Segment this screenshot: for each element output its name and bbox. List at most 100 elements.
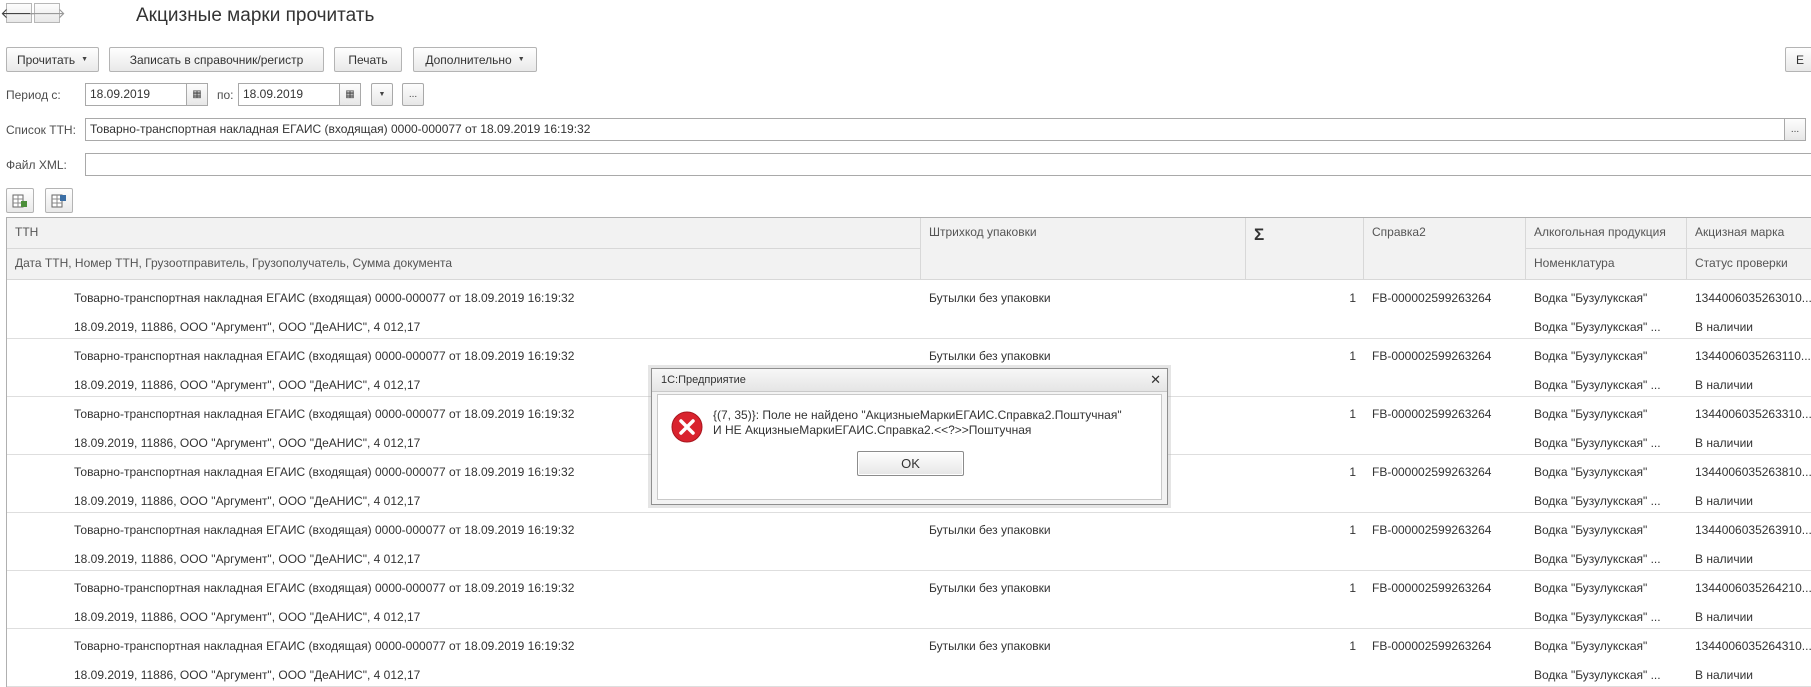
forward-button[interactable]: 🡒 xyxy=(28,3,66,23)
calendar-to-button[interactable]: ▦ xyxy=(339,83,361,106)
cell-spravka2: FB-000002599263264 xyxy=(1372,349,1492,363)
cell-ttn: Товарно-транспортная накладная ЕГАИС (вх… xyxy=(74,581,575,595)
cell-quantity: 1 xyxy=(1349,349,1356,363)
col-header-check-status[interactable]: Статус проверки xyxy=(1687,249,1811,280)
to-label: по: xyxy=(217,88,234,102)
arrow-right-icon: 🡒 xyxy=(28,4,66,21)
col-header-ttn[interactable]: ТТН xyxy=(7,218,921,249)
col-header-barcode[interactable]: Штрихкод упаковки xyxy=(921,218,1246,280)
caret-down-icon: ▼ xyxy=(81,56,89,63)
cell-ttn: Товарно-транспортная накладная ЕГАИС (вх… xyxy=(74,349,575,363)
cell-excise-mark: 1344006035263110... xyxy=(1695,349,1811,363)
dialog-body: {(7, 35)}: Поле не найдено "АкцизныеМарк… xyxy=(657,394,1162,500)
error-dialog: 1С:Предприятие ✕ {(7, 35)}: Поле не найд… xyxy=(651,368,1168,505)
cell-spravka2: FB-000002599263264 xyxy=(1372,465,1492,479)
cell-ttn-details: 18.09.2019, 11886, ООО "Аргумент", ООО "… xyxy=(74,320,421,334)
cell-check-status: В наличии xyxy=(1695,494,1754,508)
period-dropdown-button[interactable]: ▼ xyxy=(371,83,393,106)
caret-down-icon: ▼ xyxy=(378,91,386,98)
write-button[interactable]: Записать в справочник/регистр xyxy=(109,47,324,72)
cell-ttn: Товарно-транспортная накладная ЕГАИС (вх… xyxy=(74,639,575,653)
spreadsheet-export-icon xyxy=(51,194,66,207)
table-row[interactable]: Товарно-транспортная накладная ЕГАИС (вх… xyxy=(7,570,1811,629)
calendar-icon: ▦ xyxy=(345,89,355,100)
cell-excise-mark: 1344006035263810... xyxy=(1695,465,1811,479)
right-edge-button[interactable]: Е xyxy=(1785,47,1811,72)
cell-excise-mark: 1344006035263910... xyxy=(1695,523,1811,537)
cell-excise-mark: 1344006035264310... xyxy=(1695,639,1811,653)
cell-nomenclature: Водка "Бузулукская" ... xyxy=(1534,552,1661,566)
error-icon xyxy=(671,411,703,443)
spreadsheet-import-icon xyxy=(12,194,27,207)
read-button[interactable]: Прочитать ▼ xyxy=(6,47,99,72)
cell-alco: Водка "Бузулукская" xyxy=(1534,523,1648,537)
col-header-nomenclature[interactable]: Номенклатура xyxy=(1526,249,1687,280)
ttn-list-field[interactable]: Товарно-транспортная накладная ЕГАИС (вх… xyxy=(85,118,1785,141)
dialog-titlebar: 1С:Предприятие ✕ xyxy=(652,369,1167,392)
cell-barcode: Бутылки без упаковки xyxy=(929,349,1051,363)
cell-excise-mark: 1344006035263310... xyxy=(1695,407,1811,421)
ok-button[interactable]: OK xyxy=(857,451,964,476)
cell-spravka2: FB-000002599263264 xyxy=(1372,639,1492,653)
excel-import-button[interactable] xyxy=(6,188,34,213)
cell-ttn-details: 18.09.2019, 11886, ООО "Аргумент", ООО "… xyxy=(74,552,421,566)
error-message-line2: И НЕ АкцизныеМаркиЕГАИС.Справка2.<<?>>По… xyxy=(713,423,1032,437)
cell-quantity: 1 xyxy=(1349,523,1356,537)
cell-barcode: Бутылки без упаковки xyxy=(929,639,1051,653)
cell-excise-mark: 1344006035264210... xyxy=(1695,581,1811,595)
xml-file-field[interactable] xyxy=(85,153,1811,176)
table-row[interactable]: Товарно-транспортная накладная ЕГАИС (вх… xyxy=(7,512,1811,571)
cell-quantity: 1 xyxy=(1349,407,1356,421)
cell-ttn-details: 18.09.2019, 11886, ООО "Аргумент", ООО "… xyxy=(74,610,421,624)
cell-excise-mark: 1344006035263010... xyxy=(1695,291,1811,305)
cell-barcode: Бутылки без упаковки xyxy=(929,291,1051,305)
cell-quantity: 1 xyxy=(1349,581,1356,595)
calendar-icon: ▦ xyxy=(192,89,202,100)
cell-quantity: 1 xyxy=(1349,465,1356,479)
cell-alco: Водка "Бузулукская" xyxy=(1534,639,1648,653)
cell-check-status: В наличии xyxy=(1695,378,1754,392)
col-header-alco[interactable]: Алкогольная продукция xyxy=(1526,218,1687,249)
sigma-icon: Σ xyxy=(1254,225,1265,244)
cell-alco: Водка "Бузулукская" xyxy=(1534,349,1648,363)
more-button[interactable]: Дополнительно ▼ xyxy=(413,47,537,72)
cell-nomenclature: Водка "Бузулукская" ... xyxy=(1534,436,1661,450)
cell-spravka2: FB-000002599263264 xyxy=(1372,291,1492,305)
ttn-list-label: Список ТТН: xyxy=(6,123,76,137)
calendar-from-button[interactable]: ▦ xyxy=(186,83,208,106)
cell-nomenclature: Водка "Бузулукская" ... xyxy=(1534,494,1661,508)
cell-nomenclature: Водка "Бузулукская" ... xyxy=(1534,668,1661,682)
excel-export-button[interactable] xyxy=(45,188,73,213)
col-header-ttn-details[interactable]: Дата ТТН, Номер ТТН, Грузоотправитель, Г… xyxy=(7,249,921,280)
date-from-field[interactable]: 18.09.2019 xyxy=(85,83,187,106)
cell-quantity: 1 xyxy=(1349,639,1356,653)
period-select-button[interactable]: ... xyxy=(402,83,424,106)
cell-spravka2: FB-000002599263264 xyxy=(1372,407,1492,421)
cell-alco: Водка "Бузулукская" xyxy=(1534,465,1648,479)
dialog-title: 1С:Предприятие xyxy=(661,374,746,386)
col-header-spravka2[interactable]: Справка2 xyxy=(1364,218,1526,280)
cell-spravka2: FB-000002599263264 xyxy=(1372,581,1492,595)
cell-alco: Водка "Бузулукская" xyxy=(1534,291,1648,305)
cell-alco: Водка "Бузулукская" xyxy=(1534,407,1648,421)
error-message-line1: {(7, 35)}: Поле не найдено "АкцизныеМарк… xyxy=(713,408,1122,422)
col-header-excise-mark[interactable]: Акцизная марка xyxy=(1687,218,1811,249)
cell-check-status: В наличии xyxy=(1695,552,1754,566)
cell-barcode: Бутылки без упаковки xyxy=(929,523,1051,537)
cell-check-status: В наличии xyxy=(1695,610,1754,624)
xml-file-label: Файл XML: xyxy=(6,158,67,172)
cell-ttn-details: 18.09.2019, 11886, ООО "Аргумент", ООО "… xyxy=(74,668,421,682)
ttn-list-select-button[interactable]: ... xyxy=(1784,118,1806,141)
print-button[interactable]: Печать xyxy=(334,47,402,72)
page-title: Акцизные марки прочитать xyxy=(136,5,375,26)
cell-check-status: В наличии xyxy=(1695,320,1754,334)
col-header-sum[interactable]: Σ xyxy=(1246,218,1364,280)
table-row[interactable]: Товарно-транспортная накладная ЕГАИС (вх… xyxy=(7,280,1811,339)
cell-spravka2: FB-000002599263264 xyxy=(1372,523,1492,537)
cell-nomenclature: Водка "Бузулукская" ... xyxy=(1534,378,1661,392)
table-row[interactable]: Товарно-транспортная накладная ЕГАИС (вх… xyxy=(7,628,1811,687)
caret-down-icon: ▼ xyxy=(517,56,525,63)
cell-alco: Водка "Бузулукская" xyxy=(1534,581,1648,595)
dialog-close-button[interactable]: ✕ xyxy=(1150,372,1161,388)
date-to-field[interactable]: 18.09.2019 xyxy=(238,83,340,106)
